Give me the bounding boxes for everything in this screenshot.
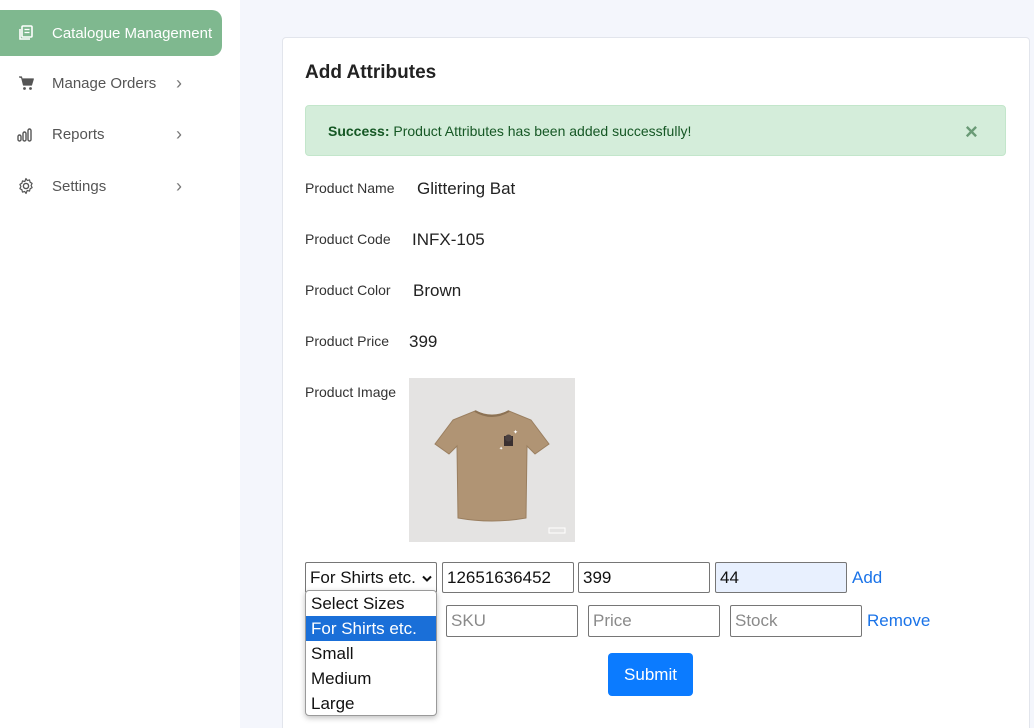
size-select-value: For Shirts etc. <box>310 567 416 587</box>
gear-icon <box>17 177 35 195</box>
alert-strong: Success: <box>328 123 390 139</box>
chevron-right-icon: › <box>176 175 182 196</box>
size-option-small[interactable]: Small <box>306 641 436 666</box>
sidebar: Catalogue Management Manage Orders › Rep… <box>0 0 240 728</box>
success-alert: Success: Product Attributes has been add… <box>305 105 1006 156</box>
bar-chart-icon <box>17 125 35 143</box>
price-placeholder: Price <box>593 611 632 630</box>
sidebar-item-label: Settings <box>52 177 107 195</box>
close-icon[interactable]: × <box>965 119 978 145</box>
add-row-link[interactable]: Add <box>852 568 882 588</box>
sku-input-empty[interactable]: SKU <box>446 605 578 637</box>
sku-input-value: 12651636452 <box>447 567 552 587</box>
chevron-right-icon: › <box>176 72 182 93</box>
product-color-value: Brown <box>413 281 462 300</box>
size-select[interactable]: For Shirts etc. <box>305 562 437 593</box>
product-image-label: Product Image <box>305 384 397 400</box>
alert-text: Product Attributes has been added succes… <box>389 123 692 139</box>
sidebar-item-reports[interactable]: Reports › <box>0 111 222 157</box>
sku-input[interactable]: 12651636452 <box>442 562 574 593</box>
size-option-medium[interactable]: Medium <box>306 666 436 691</box>
chevron-down-icon <box>422 568 432 588</box>
size-option-select-sizes[interactable]: Select Sizes <box>306 591 436 616</box>
stock-input-value: 44 <box>720 567 739 587</box>
product-price-label: Product Price <box>305 333 390 349</box>
remove-row-link[interactable]: Remove <box>867 611 930 631</box>
size-dropdown-list: Select Sizes For Shirts etc. Small Mediu… <box>305 590 437 716</box>
sidebar-item-manage-orders[interactable]: Manage Orders › <box>0 60 222 106</box>
stock-input[interactable]: 44 <box>715 562 847 593</box>
product-name-value: Glittering Bat <box>417 179 516 198</box>
product-color-label: Product Color <box>305 282 391 298</box>
sku-placeholder: SKU <box>451 611 486 630</box>
price-input-value: 399 <box>583 567 612 587</box>
sidebar-item-catalogue-management[interactable]: Catalogue Management <box>0 10 222 56</box>
product-image: ✦ ✦ <box>409 378 575 542</box>
catalogue-icon <box>17 24 35 42</box>
sidebar-item-settings[interactable]: Settings › <box>0 163 222 209</box>
product-code-value: INFX-105 <box>412 230 485 249</box>
product-code-label: Product Code <box>305 231 391 247</box>
page-title: Add Attributes <box>305 62 437 83</box>
product-price-value: 399 <box>409 332 438 351</box>
price-input-empty[interactable]: Price <box>588 605 720 637</box>
stock-input-empty[interactable]: Stock <box>730 605 862 637</box>
size-option-large[interactable]: Large <box>306 691 436 715</box>
sidebar-item-label: Manage Orders <box>52 74 157 92</box>
chevron-right-icon: › <box>176 123 182 144</box>
sidebar-item-label: Reports <box>52 125 105 143</box>
svg-text:✦: ✦ <box>499 446 503 452</box>
alert-message: Success: Product Attributes has been add… <box>328 123 691 139</box>
stock-placeholder: Stock <box>735 611 778 630</box>
submit-button[interactable]: Submit <box>608 653 693 696</box>
size-option-for-shirts[interactable]: For Shirts etc. <box>306 616 436 641</box>
cart-icon <box>17 74 35 92</box>
sidebar-item-label: Catalogue Management <box>52 24 213 42</box>
product-name-label: Product Name <box>305 180 395 196</box>
price-input[interactable]: 399 <box>578 562 710 593</box>
svg-text:✦: ✦ <box>513 429 518 436</box>
